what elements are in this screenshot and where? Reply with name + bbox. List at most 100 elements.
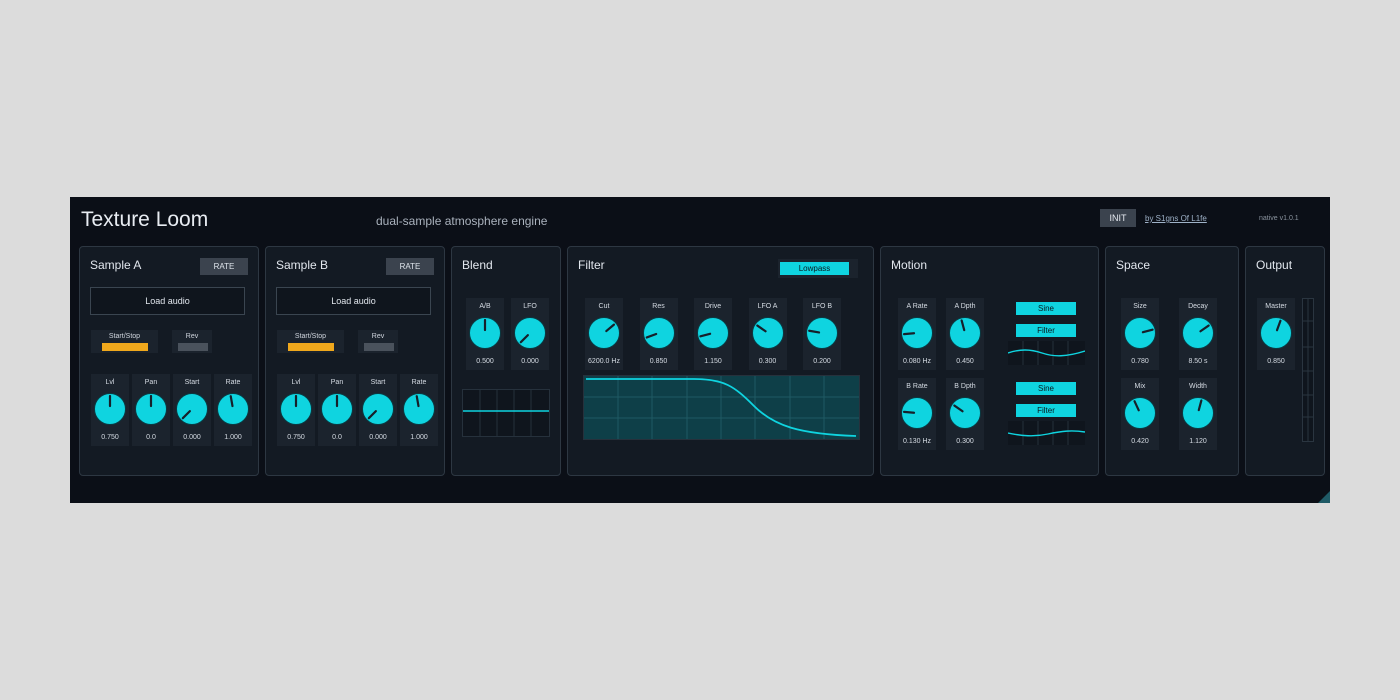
sample_a-knob-rate: Rate 1.000 (214, 374, 252, 446)
rev-indicator (178, 343, 208, 351)
knob-dial[interactable] (469, 314, 501, 352)
space-knob-width: Width 1.120 (1179, 378, 1217, 450)
knob-value: 0.850 (649, 358, 668, 365)
knob-value: 8.50 s (1188, 358, 1208, 365)
start-stop-label: Start/Stop (294, 333, 327, 340)
knob-dial[interactable] (217, 390, 249, 428)
knob-label: Pan (144, 379, 158, 386)
app-title: Texture Loom (81, 208, 209, 231)
motion-panel: Motion Sine Filter Sine Filter A Rate 0.0… (880, 246, 1099, 476)
space-title: Space (1116, 258, 1151, 272)
start-stop-label: Start/Stop (108, 333, 141, 340)
motion-title: Motion (891, 258, 928, 272)
knob-dial[interactable] (1182, 314, 1214, 352)
start-stop-indicator (102, 343, 148, 351)
version-label: native v1.0.1 (1259, 215, 1299, 222)
knob-label: Lvl (291, 379, 301, 386)
sample-a-title: Sample A (90, 258, 142, 272)
lfo-b-scope (1007, 421, 1086, 445)
knob-label: LFO A (757, 303, 778, 310)
knob-dial[interactable] (321, 390, 353, 428)
sample-b-load-button[interactable]: Load audio (276, 287, 431, 315)
rev-label: Rev (371, 333, 385, 340)
credit-link[interactable]: by S1gns Of L1fe (1145, 214, 1207, 223)
knob-dial[interactable] (514, 314, 546, 352)
knob-dial[interactable] (1124, 394, 1156, 432)
init-button[interactable]: INIT (1100, 209, 1136, 227)
knob-value: 0.080 Hz (902, 358, 932, 365)
knob-value: 0.500 (476, 358, 494, 365)
lfo-a-scope (1007, 341, 1086, 365)
blend-knob-a-b: A/B 0.500 (466, 298, 504, 370)
filter-knob-res: Res 0.850 (639, 298, 678, 370)
knob-value: 0.300 (956, 438, 974, 445)
lfo-b-shape-button[interactable]: Sine (1016, 382, 1076, 395)
sample-a-rate-button[interactable]: RATE (200, 258, 248, 275)
knob-dial[interactable] (1124, 314, 1156, 352)
knob-dial[interactable] (642, 314, 675, 352)
knob-dial[interactable] (280, 390, 312, 428)
filter-knob-lfo-a: LFO A 0.300 (748, 298, 787, 370)
filter-knob-lfo-b: LFO B 0.200 (803, 298, 841, 370)
motion-knob-a-dpth: A Dpth 0.450 (946, 298, 984, 370)
lfo-a-shape-button[interactable]: Sine (1016, 302, 1076, 315)
knob-label: Master (1265, 303, 1287, 310)
knob-value: 1.000 (410, 434, 428, 441)
blend-panel: Blend A/B 0.500 LFO 0.000 (451, 246, 561, 476)
sample-b-title: Sample B (276, 258, 329, 272)
knob-dial[interactable] (1260, 314, 1292, 352)
sample-b-start-stop-toggle[interactable]: Start/Stop (277, 330, 344, 353)
knob-dial[interactable] (403, 390, 435, 428)
space-knob-size: Size 0.780 (1121, 298, 1159, 370)
app-subtitle: dual-sample atmosphere engine (376, 214, 548, 228)
sample-a-load-button[interactable]: Load audio (90, 287, 245, 315)
knob-dial[interactable] (362, 390, 394, 428)
resize-handle[interactable] (1318, 491, 1330, 503)
knob-dial[interactable] (901, 394, 933, 432)
filter-mode-button[interactable]: Lowpass (780, 262, 849, 275)
knob-value: 0.000 (521, 358, 539, 365)
knob-label: Rate (411, 379, 427, 386)
knob-label: Drive (704, 303, 722, 310)
knob-dial[interactable] (901, 314, 933, 352)
knob-value: 6200.0 Hz (588, 358, 620, 365)
motion-knob-a-rate: A Rate 0.080 Hz (898, 298, 936, 370)
sample_b-knob-pan: Pan 0.0 (318, 374, 356, 446)
lfo-b-target-button[interactable]: Filter (1016, 404, 1076, 417)
knob-dial[interactable] (588, 314, 620, 352)
knob-label: Width (1189, 383, 1207, 390)
motion-knob-b-dpth: B Dpth 0.300 (946, 378, 984, 450)
lfo-a-waveform (1007, 341, 1086, 365)
sample-a-rev-toggle[interactable]: Rev (172, 330, 212, 353)
knob-label: B Dpth (954, 383, 976, 390)
knob-dial[interactable] (135, 390, 167, 428)
knob-dial[interactable] (751, 314, 784, 352)
knob-dial[interactable] (176, 390, 208, 428)
knob-dial[interactable] (806, 314, 838, 352)
knob-value: 0.420 (1131, 438, 1149, 445)
sample-b-rev-toggle[interactable]: Rev (358, 330, 398, 353)
knob-label: LFO (523, 303, 537, 310)
output-level-meter (1302, 298, 1314, 442)
sample-b-rate-button[interactable]: RATE (386, 258, 434, 275)
knob-pointer (902, 332, 916, 336)
knob-label: Lvl (105, 379, 115, 386)
knob-label: A Dpth (954, 303, 976, 310)
knob-dial[interactable] (949, 394, 981, 432)
knob-value: 0.780 (1131, 358, 1149, 365)
knob-dial[interactable] (94, 390, 126, 428)
space-panel: Space Size 0.780 Decay 8.50 s Mix 0.420 Width 1… (1105, 246, 1239, 476)
knob-dial[interactable] (697, 314, 729, 352)
filter-title: Filter (578, 258, 605, 272)
knob-value: 1.120 (1189, 438, 1207, 445)
sample-a-start-stop-toggle[interactable]: Start/Stop (91, 330, 158, 353)
output-knob-master: Master 0.850 (1257, 298, 1295, 370)
sample-a-panel: Sample A RATE Load audio Start/Stop Rev … (79, 246, 259, 476)
knob-dial[interactable] (949, 314, 981, 352)
knob-value: 0.300 (758, 358, 777, 365)
start-stop-indicator (288, 343, 334, 351)
space-knob-decay: Decay 8.50 s (1179, 298, 1217, 370)
knob-dial[interactable] (1182, 394, 1214, 432)
lfo-a-target-button[interactable]: Filter (1016, 324, 1076, 337)
knob-label: Cut (598, 303, 610, 310)
